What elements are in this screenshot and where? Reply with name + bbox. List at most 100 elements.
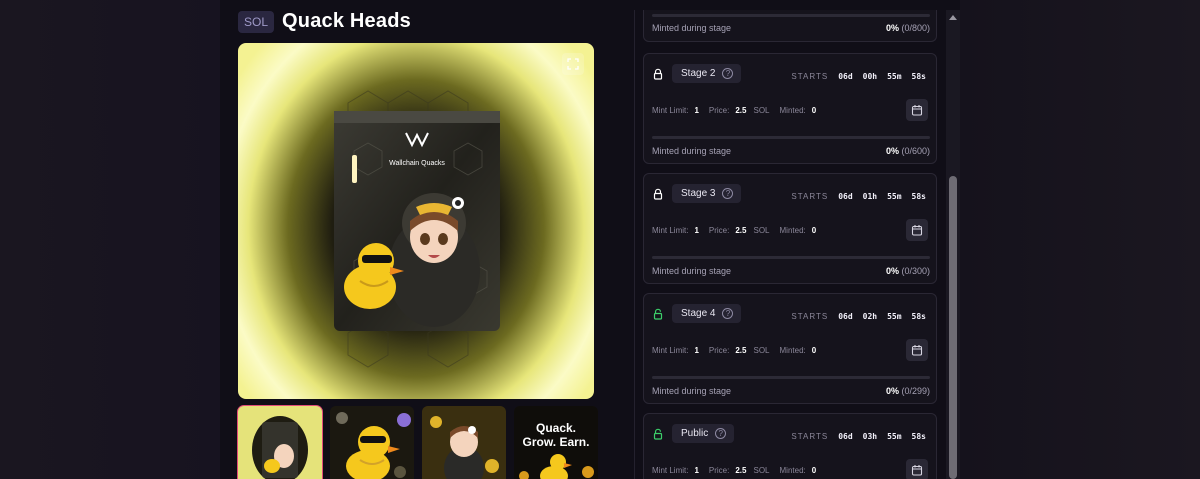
minted-percent: 0% [885, 146, 899, 156]
page-background-left [0, 0, 220, 479]
minted-during-stage-row: Minted during stage 0% (0/600) [652, 146, 930, 156]
lock-icon [653, 68, 663, 80]
thumbnail-girl-duck[interactable] [422, 406, 506, 479]
calendar-icon [911, 465, 923, 476]
stage-name-pill[interactable]: Stage 4? [672, 304, 742, 323]
svg-text:Wallchain Quacks: Wallchain Quacks [389, 160, 445, 167]
stage-name: Public [681, 428, 709, 439]
stage-card-partial: Minted during stage 0% (0/800) [643, 10, 937, 42]
thumb-text-line-2: Grow. Earn. [523, 435, 590, 449]
stage-name: Stage 4 [681, 308, 716, 319]
scrollbar-thumb[interactable] [949, 176, 957, 479]
mint-limit-value: 1 [694, 106, 699, 115]
calendar-button[interactable] [906, 99, 928, 121]
thumbnail-pouch[interactable] [237, 405, 323, 479]
stage-name-pill[interactable]: Public? [672, 424, 735, 443]
minted-label: Minted: [779, 466, 806, 475]
price-label: Price: [708, 226, 730, 235]
minted-value: 0 [811, 466, 817, 475]
stage-info-row: Mint Limit: 1 Price: 2.5 SOL Minted: 0 [652, 466, 820, 475]
mint-progress-bar [652, 136, 930, 139]
minted-during-stage-row: Minted during stage 0% (0/300) [652, 266, 930, 276]
stage-card-stage-2: Stage 2? STARTS 06d 00h 55m 58s Mint Limit: 1 Pr… [643, 53, 937, 164]
starts-label: STARTS [791, 312, 829, 321]
price-currency: SOL [753, 106, 770, 115]
countdown-unit: 00h [862, 72, 878, 81]
price-currency: SOL [753, 226, 770, 235]
lock-icon [653, 188, 663, 200]
starts-label: STARTS [791, 192, 829, 201]
mint-progress-bar [652, 376, 930, 379]
calendar-button[interactable] [906, 339, 928, 361]
thumbnail-girl-duck-image [422, 406, 506, 479]
minted-percent: 0% [885, 266, 899, 276]
collection-header: SOL Quack Heads [238, 10, 411, 33]
countdown-unit: 55m [887, 312, 902, 321]
countdown-unit: 02h [862, 312, 878, 321]
stage-info-row: Mint Limit: 1 Price: 2.5 SOL Minted: 0 [652, 226, 820, 235]
mint-progress-bar [652, 14, 930, 17]
price-value: 2.5 [735, 466, 747, 475]
stage-card-public: Public? STARTS 06d 03h 55m 58s Mint Limit: 1 Pri… [643, 413, 937, 479]
minted-count: (0/300) [901, 266, 930, 276]
stage-info-row: Mint Limit: 1 Price: 2.5 SOL Minted: 0 [652, 106, 820, 115]
mint-limit-value: 1 [694, 226, 699, 235]
countdown-unit: 06d [838, 72, 853, 81]
expand-icon [567, 58, 579, 70]
hero-image[interactable]: Wallchain Quacks [238, 43, 594, 399]
countdown-unit: 06d [838, 192, 853, 201]
page-background-right [960, 0, 1200, 479]
stage-header: Stage 4? [652, 304, 742, 323]
mint-progress-bar [652, 256, 930, 259]
stage-countdown: STARTS 06d 03h 55m 58s [791, 432, 926, 441]
price-value: 2.5 [735, 226, 747, 235]
countdown-unit: 06d [838, 312, 853, 321]
price-label: Price: [708, 346, 730, 355]
minted-during-stage-label: Minted during stage [652, 146, 732, 156]
unlock-icon [653, 428, 663, 440]
minted-value: 0 [811, 106, 817, 115]
stage-name-pill[interactable]: Stage 3? [672, 184, 742, 203]
mint-limit-label: Mint Limit: [652, 466, 689, 475]
scroll-up-arrow-icon[interactable] [947, 12, 959, 22]
stage-name: Stage 2 [681, 68, 716, 79]
stage-name-pill[interactable]: Stage 2? [672, 64, 742, 83]
thumb-text-line-1: Quack. [536, 421, 576, 435]
starts-label: STARTS [791, 432, 829, 441]
countdown-unit: 58s [911, 192, 926, 201]
help-icon[interactable]: ? [722, 68, 734, 79]
countdown-unit: 01h [862, 192, 878, 201]
thumbnail-quack-grow-earn[interactable]: Quack. Grow. Earn. [514, 406, 598, 479]
price-value: 2.5 [735, 106, 747, 115]
starts-label: STARTS [791, 72, 829, 81]
minted-value: 0 [811, 346, 817, 355]
calendar-icon [911, 225, 923, 236]
minted-during-stage-label: Minted during stage [652, 386, 732, 396]
thumbnail-pouch-image [238, 406, 322, 479]
minted-count: (0/600) [901, 146, 930, 156]
mint-limit-label: Mint Limit: [652, 346, 689, 355]
mint-limit-label: Mint Limit: [652, 226, 689, 235]
stage-countdown: STARTS 06d 02h 55m 58s [791, 312, 926, 321]
stage-header: Stage 2? [652, 64, 742, 83]
pouch-artwork: Wallchain Quacks [334, 111, 500, 331]
minted-during-stage-row: Minted during stage 0% (0/800) [652, 23, 930, 33]
thumbnail-duck-sunglasses[interactable] [330, 406, 414, 479]
mint-limit-label: Mint Limit: [652, 106, 689, 115]
minted-label: Minted: [779, 226, 806, 235]
calendar-button[interactable] [906, 459, 928, 479]
thumbnail-duck-sunglasses-image [330, 406, 414, 479]
minted-percent: 0% [885, 23, 899, 33]
help-icon[interactable]: ? [722, 308, 734, 319]
help-icon[interactable]: ? [715, 428, 727, 439]
minted-count: (0/800) [901, 23, 930, 33]
minted-label: Minted: [779, 106, 806, 115]
expand-button[interactable] [562, 53, 584, 75]
help-icon[interactable]: ? [722, 188, 734, 199]
countdown-unit: 58s [911, 312, 926, 321]
minted-during-stage-label: Minted during stage [652, 266, 732, 276]
mint-limit-value: 1 [694, 346, 699, 355]
countdown-unit: 58s [911, 72, 926, 81]
calendar-button[interactable] [906, 219, 928, 241]
stage-card-stage-4: Stage 4? STARTS 06d 02h 55m 58s Mint Limit: 1 Pr… [643, 293, 937, 404]
